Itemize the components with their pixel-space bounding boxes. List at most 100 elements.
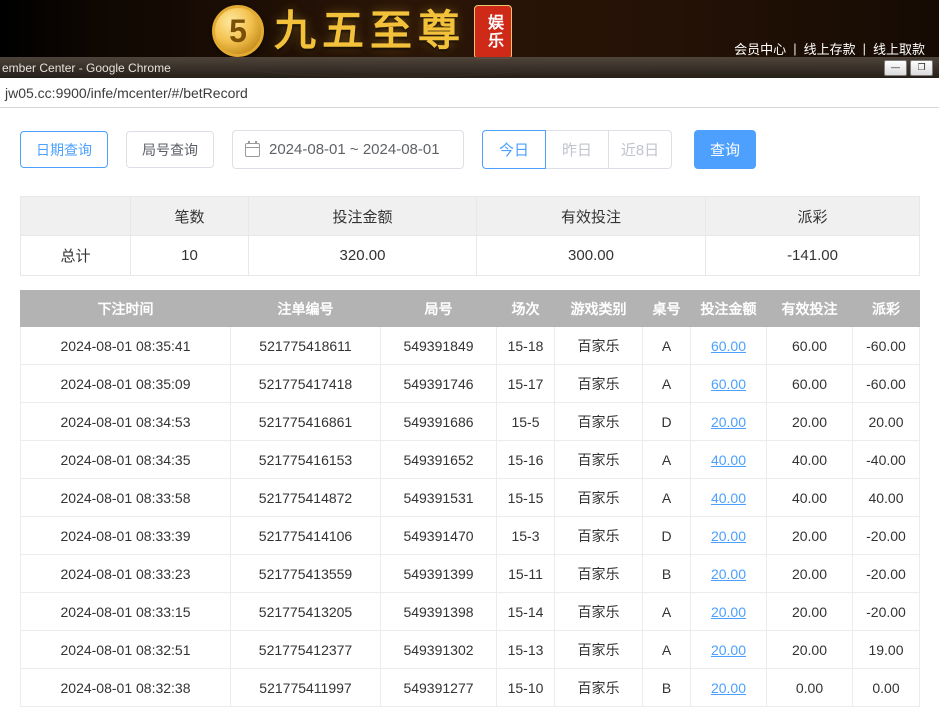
cell-game-type: 百家乐 [555,327,643,365]
summary-total-label: 总计 [21,236,131,276]
bet-row: 2024-08-01 08:33:58521775414872549391531… [21,479,920,517]
cell-round-id: 549391470 [381,517,497,555]
summary-header-cell: 派彩 [706,197,920,236]
yesterday-button[interactable]: 昨日 [545,130,609,169]
cell-table-no: A [643,479,691,517]
coin-icon: 5 [212,5,264,57]
cell-bet-amount[interactable]: 40.00 [691,479,767,517]
bet-row: 2024-08-01 08:34:53521775416861549391686… [21,403,920,441]
cell-bet-id: 521775413205 [231,593,381,631]
cell-bet-id: 521775413559 [231,555,381,593]
cell-session: 15-10 [497,669,555,707]
cell-bet-amount[interactable]: 60.00 [691,365,767,403]
bet-header-valid-bet: 有效投注 [767,291,853,327]
cell-valid-bet: 60.00 [767,327,853,365]
cell-table-no: A [643,365,691,403]
bet-header-session: 场次 [497,291,555,327]
nav-member-center[interactable]: 会员中心 [734,39,786,58]
bet-row: 2024-08-01 08:32:51521775412377549391302… [21,631,920,669]
cell-bet-time: 2024-08-01 08:35:09 [21,365,231,403]
maximize-icon: ❐ [917,63,925,72]
cell-bet-id: 521775418611 [231,327,381,365]
coin-digit: 5 [229,13,247,50]
nav-online-withdraw[interactable]: 线上取款 [873,39,925,58]
cell-bet-amount[interactable]: 20.00 [691,593,767,631]
bet-amount-link[interactable]: 40.00 [711,452,746,468]
cell-payout: -20.00 [853,517,920,555]
summary-header-cell: 笔数 [131,197,249,236]
cell-table-no: A [643,441,691,479]
cell-bet-time: 2024-08-01 08:33:39 [21,517,231,555]
summary-total-row: 总计 10 320.00 300.00 -141.00 [21,236,920,276]
cell-bet-amount[interactable]: 20.00 [691,517,767,555]
cell-valid-bet: 20.00 [767,593,853,631]
nav-separator: | [863,41,866,56]
bet-amount-link[interactable]: 60.00 [711,376,746,392]
cell-valid-bet: 40.00 [767,479,853,517]
cell-bet-amount[interactable]: 20.00 [691,403,767,441]
bet-table-body: 2024-08-01 08:35:41521775418611549391849… [21,327,920,707]
cell-session: 15-5 [497,403,555,441]
summary-count: 10 [131,236,249,276]
cell-table-no: A [643,593,691,631]
cell-session: 15-11 [497,555,555,593]
cell-round-id: 549391398 [381,593,497,631]
date-range-input[interactable]: 2024-08-01 ~ 2024-08-01 [232,130,464,169]
bet-row: 2024-08-01 08:32:38521775411997549391277… [21,669,920,707]
quick-range-group: 今日 昨日 近8日 [482,130,672,169]
bet-amount-link[interactable]: 20.00 [711,528,746,544]
summary-header-row: 笔数投注金额有效投注派彩 [21,197,920,236]
cell-session: 15-18 [497,327,555,365]
minimize-button[interactable]: — [884,60,907,76]
cell-valid-bet: 40.00 [767,441,853,479]
cell-bet-amount[interactable]: 20.00 [691,669,767,707]
bet-amount-link[interactable]: 20.00 [711,604,746,620]
cell-bet-amount[interactable]: 60.00 [691,327,767,365]
cell-session: 15-3 [497,517,555,555]
cell-valid-bet: 20.00 [767,403,853,441]
bet-row: 2024-08-01 08:33:15521775413205549391398… [21,593,920,631]
cell-game-type: 百家乐 [555,479,643,517]
last8days-button[interactable]: 近8日 [608,130,672,169]
cell-bet-amount[interactable]: 40.00 [691,441,767,479]
cell-game-type: 百家乐 [555,517,643,555]
summary-header-cell [21,197,131,236]
nav-online-deposit[interactable]: 线上存款 [804,39,856,58]
date-query-tab[interactable]: 日期查询 [20,131,108,168]
cell-valid-bet: 20.00 [767,517,853,555]
search-button[interactable]: 查询 [694,130,756,169]
bet-row: 2024-08-01 08:35:09521775417418549391746… [21,365,920,403]
cell-bet-time: 2024-08-01 08:33:15 [21,593,231,631]
cell-table-no: D [643,403,691,441]
window-controls: — ❐ [884,60,933,76]
today-button[interactable]: 今日 [482,130,546,169]
cell-bet-id: 521775411997 [231,669,381,707]
bet-amount-link[interactable]: 20.00 [711,414,746,430]
cell-payout: -20.00 [853,593,920,631]
bet-amount-link[interactable]: 20.00 [711,566,746,582]
bet-amount-link[interactable]: 20.00 [711,680,746,696]
page-url[interactable]: jw05.cc:9900/infe/mcenter/#/betRecord [5,85,248,101]
cell-table-no: A [643,631,691,669]
cell-bet-time: 2024-08-01 08:33:23 [21,555,231,593]
bet-table: 下注时间注单编号局号场次游戏类别桌号投注金额有效投注派彩 2024-08-01 … [20,290,920,707]
cell-session: 15-13 [497,631,555,669]
bet-amount-link[interactable]: 60.00 [711,338,746,354]
cell-session: 15-15 [497,479,555,517]
filter-toolbar: 日期查询 局号查询 2024-08-01 ~ 2024-08-01 今日 昨日 … [20,130,919,169]
date-range-value: 2024-08-01 ~ 2024-08-01 [269,141,440,158]
bet-amount-link[interactable]: 40.00 [711,490,746,506]
cell-bet-amount[interactable]: 20.00 [691,555,767,593]
screen: 5 九五至尊 娱乐 会员中心 | 线上存款 | 线上取款 ember Cente… [0,0,939,708]
summary-header-cell: 有效投注 [477,197,706,236]
browser-url-bar[interactable]: jw05.cc:9900/infe/mcenter/#/betRecord [0,78,939,108]
bet-amount-link[interactable]: 20.00 [711,642,746,658]
cell-session: 15-17 [497,365,555,403]
round-query-tab[interactable]: 局号查询 [126,131,214,168]
cell-valid-bet: 20.00 [767,555,853,593]
cell-bet-amount[interactable]: 20.00 [691,631,767,669]
cell-game-type: 百家乐 [555,365,643,403]
nav-separator: | [793,41,796,56]
cell-game-type: 百家乐 [555,555,643,593]
maximize-button[interactable]: ❐ [910,60,933,76]
